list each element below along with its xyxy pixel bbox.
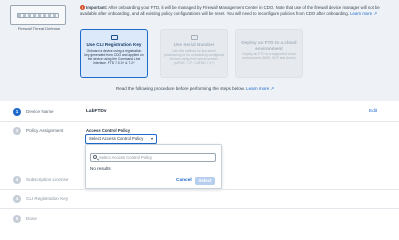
- firewall-device-icon: [10, 5, 66, 25]
- access-control-policy-label: Access Control Policy: [86, 128, 131, 133]
- card-title: Use CLI Registration Key: [86, 42, 142, 47]
- step-number: 2: [13, 127, 21, 135]
- step-label: CLI Registration Key: [26, 196, 69, 201]
- step-label: Done: [26, 216, 37, 221]
- onboarding-header: Firewall Threat Defense ! Important: Afte…: [0, 0, 399, 98]
- step-number: 1: [13, 108, 21, 116]
- serial-icon: [190, 35, 198, 40]
- chevron-down-icon: ▾: [150, 136, 153, 141]
- card-description: Use this method for low-touch provisioni…: [164, 48, 224, 65]
- policy-dropdown: Select Access Control Policy No results …: [85, 144, 222, 189]
- select-value: Select Access Control Policy: [89, 136, 144, 141]
- learn-more-link[interactable]: Learn more: [350, 11, 372, 16]
- search-placeholder: Select Access Control Policy: [99, 155, 153, 160]
- read-procedure: Read the following procedure before perf…: [116, 86, 274, 92]
- card-title: Use Serial Number: [173, 42, 215, 47]
- read-learn-more-link[interactable]: Learn more: [246, 86, 269, 91]
- step-label: Device Name: [26, 109, 54, 114]
- key-icon: [110, 35, 118, 40]
- important-notice: ! Important: After onboarding your FTD, i…: [80, 5, 392, 18]
- card-description: Deploy an FTD to a supported cloud envir…: [242, 52, 296, 61]
- step-label: Subscription License: [26, 177, 69, 182]
- card-cloud-deploy[interactable]: Deploy an FTD to a cloud environment Dep…: [235, 29, 303, 78]
- read-text: Read the following procedure before perf…: [116, 86, 245, 91]
- external-link-icon: ↗: [373, 11, 377, 17]
- access-control-policy-select[interactable]: Select Access Control Policy ▾: [85, 134, 157, 144]
- policy-search-input[interactable]: Select Access Control Policy: [90, 153, 216, 162]
- edit-link[interactable]: Edit: [369, 108, 377, 116]
- warning-icon: !: [80, 5, 85, 10]
- card-title: Deploy an FTD to a cloud environment: [241, 40, 297, 51]
- card-cli-registration-key[interactable]: Use CLI Registration Key Onboard a devic…: [80, 29, 148, 78]
- device-label: Firewall Threat Defense: [17, 26, 61, 31]
- important-heading: Important:: [86, 5, 108, 10]
- important-text: After onboarding your FTD, it will be ma…: [80, 5, 380, 17]
- device-name-value: LabFTDv: [86, 109, 107, 114]
- divider: [0, 208, 399, 209]
- step-label: Policy Assignment: [26, 128, 64, 133]
- steps-panel: 1 Device Name LabFTDv Edit 2 Policy Assi…: [0, 101, 399, 240]
- step-number: 5: [13, 215, 21, 223]
- search-icon: [93, 155, 97, 159]
- card-serial-number[interactable]: Use Serial Number Use this method for lo…: [160, 29, 228, 78]
- card-description: Onboard a device using a registration ke…: [84, 48, 144, 65]
- external-link-icon: ↗: [270, 86, 275, 91]
- step-number: 3: [13, 176, 21, 184]
- step-number: 4: [13, 195, 21, 203]
- select-button[interactable]: Select: [195, 177, 215, 185]
- no-results-text: No results: [90, 166, 111, 171]
- cancel-button[interactable]: Cancel: [176, 177, 192, 185]
- divider: [0, 189, 399, 190]
- divider: [0, 121, 399, 122]
